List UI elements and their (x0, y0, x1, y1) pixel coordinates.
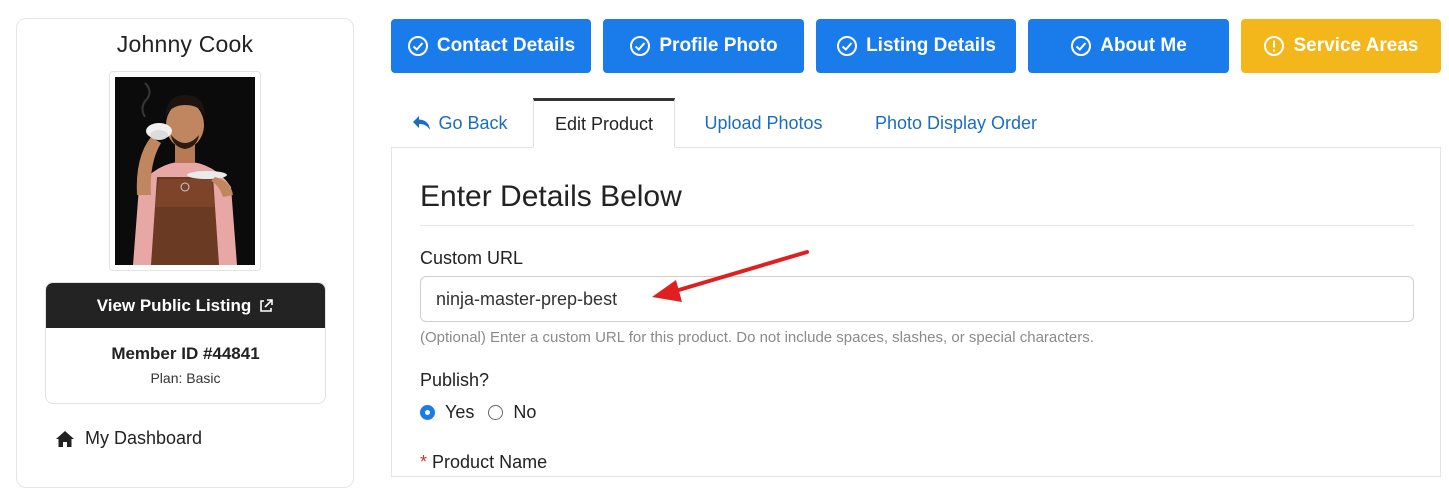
step-contact-details-label: Contact Details (436, 35, 576, 56)
custom-url-help: (Optional) Enter a custom URL for this p… (420, 329, 1094, 346)
tab-edit-product-label: Edit Product (554, 113, 654, 134)
check-circle-icon (837, 36, 858, 56)
nav-my-dashboard[interactable]: My Dashboard (55, 428, 202, 449)
step-contact-details-button[interactable]: Contact Details (391, 19, 591, 73)
check-circle-icon (407, 36, 428, 56)
tab-upload-photos-label: Upload Photos (704, 112, 823, 133)
tab-go-back-label: Go Back (438, 112, 508, 133)
external-link-icon (260, 298, 274, 312)
form-title: Enter Details Below (420, 180, 682, 213)
exclamation-circle-icon (1264, 36, 1285, 56)
publish-label: Publish? (420, 370, 490, 390)
member-card: View Public Listing Member ID #44841 Pla… (45, 282, 326, 404)
publish-no-radio[interactable] (488, 405, 504, 420)
step-listing-details-button[interactable]: Listing Details (816, 19, 1016, 73)
custom-url-label: Custom URL (420, 248, 524, 268)
title-divider (420, 225, 1414, 226)
tab-photo-display-order[interactable]: Photo Display Order (856, 98, 1056, 148)
step-service-areas-button[interactable]: Service Areas (1241, 19, 1441, 73)
publish-no-label: No (513, 402, 537, 422)
check-circle-icon (630, 36, 651, 56)
custom-url-input[interactable] (420, 276, 1414, 322)
step-profile-photo-button[interactable]: Profile Photo (603, 19, 804, 73)
member-name: Johnny Cook (116, 31, 254, 57)
product-name-label-row: * Product Name (420, 452, 547, 473)
step-service-areas-label: Service Areas (1293, 35, 1419, 56)
member-sidebar: Johnny Cook View Public Listing Member I… (16, 18, 354, 488)
required-asterisk: * (420, 452, 428, 472)
step-profile-photo-label: Profile Photo (659, 35, 778, 56)
tab-go-back[interactable]: Go Back (398, 98, 522, 148)
step-listing-details-label: Listing Details (866, 35, 996, 56)
view-public-listing-label: View Public Listing (96, 295, 252, 315)
profile-photo-image (115, 77, 255, 265)
tab-edit-product[interactable]: Edit Product (533, 98, 675, 148)
tab-photo-display-order-label: Photo Display Order (874, 112, 1038, 133)
nav-my-dashboard-label: My Dashboard (85, 428, 203, 448)
step-about-me-label: About Me (1100, 35, 1187, 56)
reply-arrow-icon (413, 116, 431, 130)
check-circle-icon (1071, 36, 1092, 56)
product-name-label: Product Name (432, 452, 548, 472)
edit-product-panel: Enter Details Below Custom URL (Optional… (391, 147, 1441, 477)
tab-upload-photos[interactable]: Upload Photos (687, 98, 840, 148)
member-plan: Plan: Basic (150, 370, 221, 386)
home-icon (56, 430, 74, 447)
member-id: Member ID #44841 (111, 344, 260, 363)
publish-radio-group: Yes No (420, 402, 536, 423)
publish-yes-label: Yes (445, 402, 475, 422)
publish-yes-radio[interactable] (420, 405, 435, 420)
step-about-me-button[interactable]: About Me (1028, 19, 1229, 73)
view-public-listing-button[interactable]: View Public Listing (46, 283, 325, 328)
profile-photo (109, 71, 261, 271)
